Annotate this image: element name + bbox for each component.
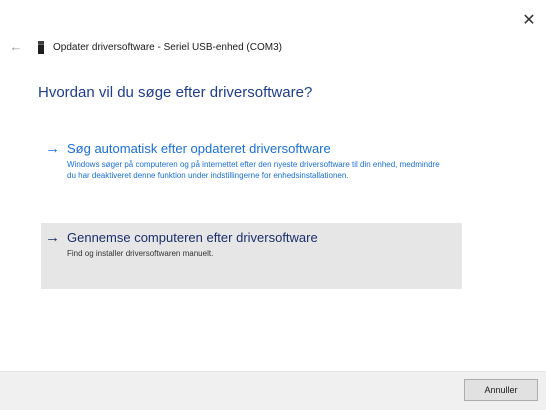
dialog-titlebar: ← Opdater driversoftware - Seriel USB-en…	[8, 38, 282, 56]
option-description: Windows søger på computeren og på intern…	[67, 160, 440, 180]
browse-computer-option[interactable]: → Gennemse computeren efter driversoftwa…	[41, 223, 462, 289]
update-driver-dialog: ✕ ← Opdater driversoftware - Seriel USB-…	[0, 0, 546, 410]
back-button[interactable]: ←	[8, 39, 24, 55]
dialog-footer: Annuller	[0, 371, 546, 410]
arrow-right-icon: →	[45, 140, 60, 157]
close-button[interactable]: ✕	[518, 10, 540, 32]
option-title: Gennemse computeren efter driversoftware	[67, 230, 318, 245]
option-title: Søg automatisk efter opdateret driversof…	[67, 141, 331, 156]
page-heading: Hvordan vil du søge efter driversoftware…	[38, 84, 313, 101]
search-automatically-option[interactable]: → Søg automatisk efter opdateret drivers…	[41, 134, 462, 209]
back-arrow-icon: ←	[9, 39, 23, 54]
arrow-right-icon: →	[45, 229, 60, 246]
close-icon: ✕	[522, 12, 536, 29]
usb-device-icon	[38, 40, 44, 54]
cancel-button[interactable]: Annuller	[464, 379, 538, 401]
option-description: Find og installer driversoftwaren manuel…	[67, 249, 214, 258]
dialog-title: Opdater driversoftware - Seriel USB-enhe…	[53, 41, 282, 53]
